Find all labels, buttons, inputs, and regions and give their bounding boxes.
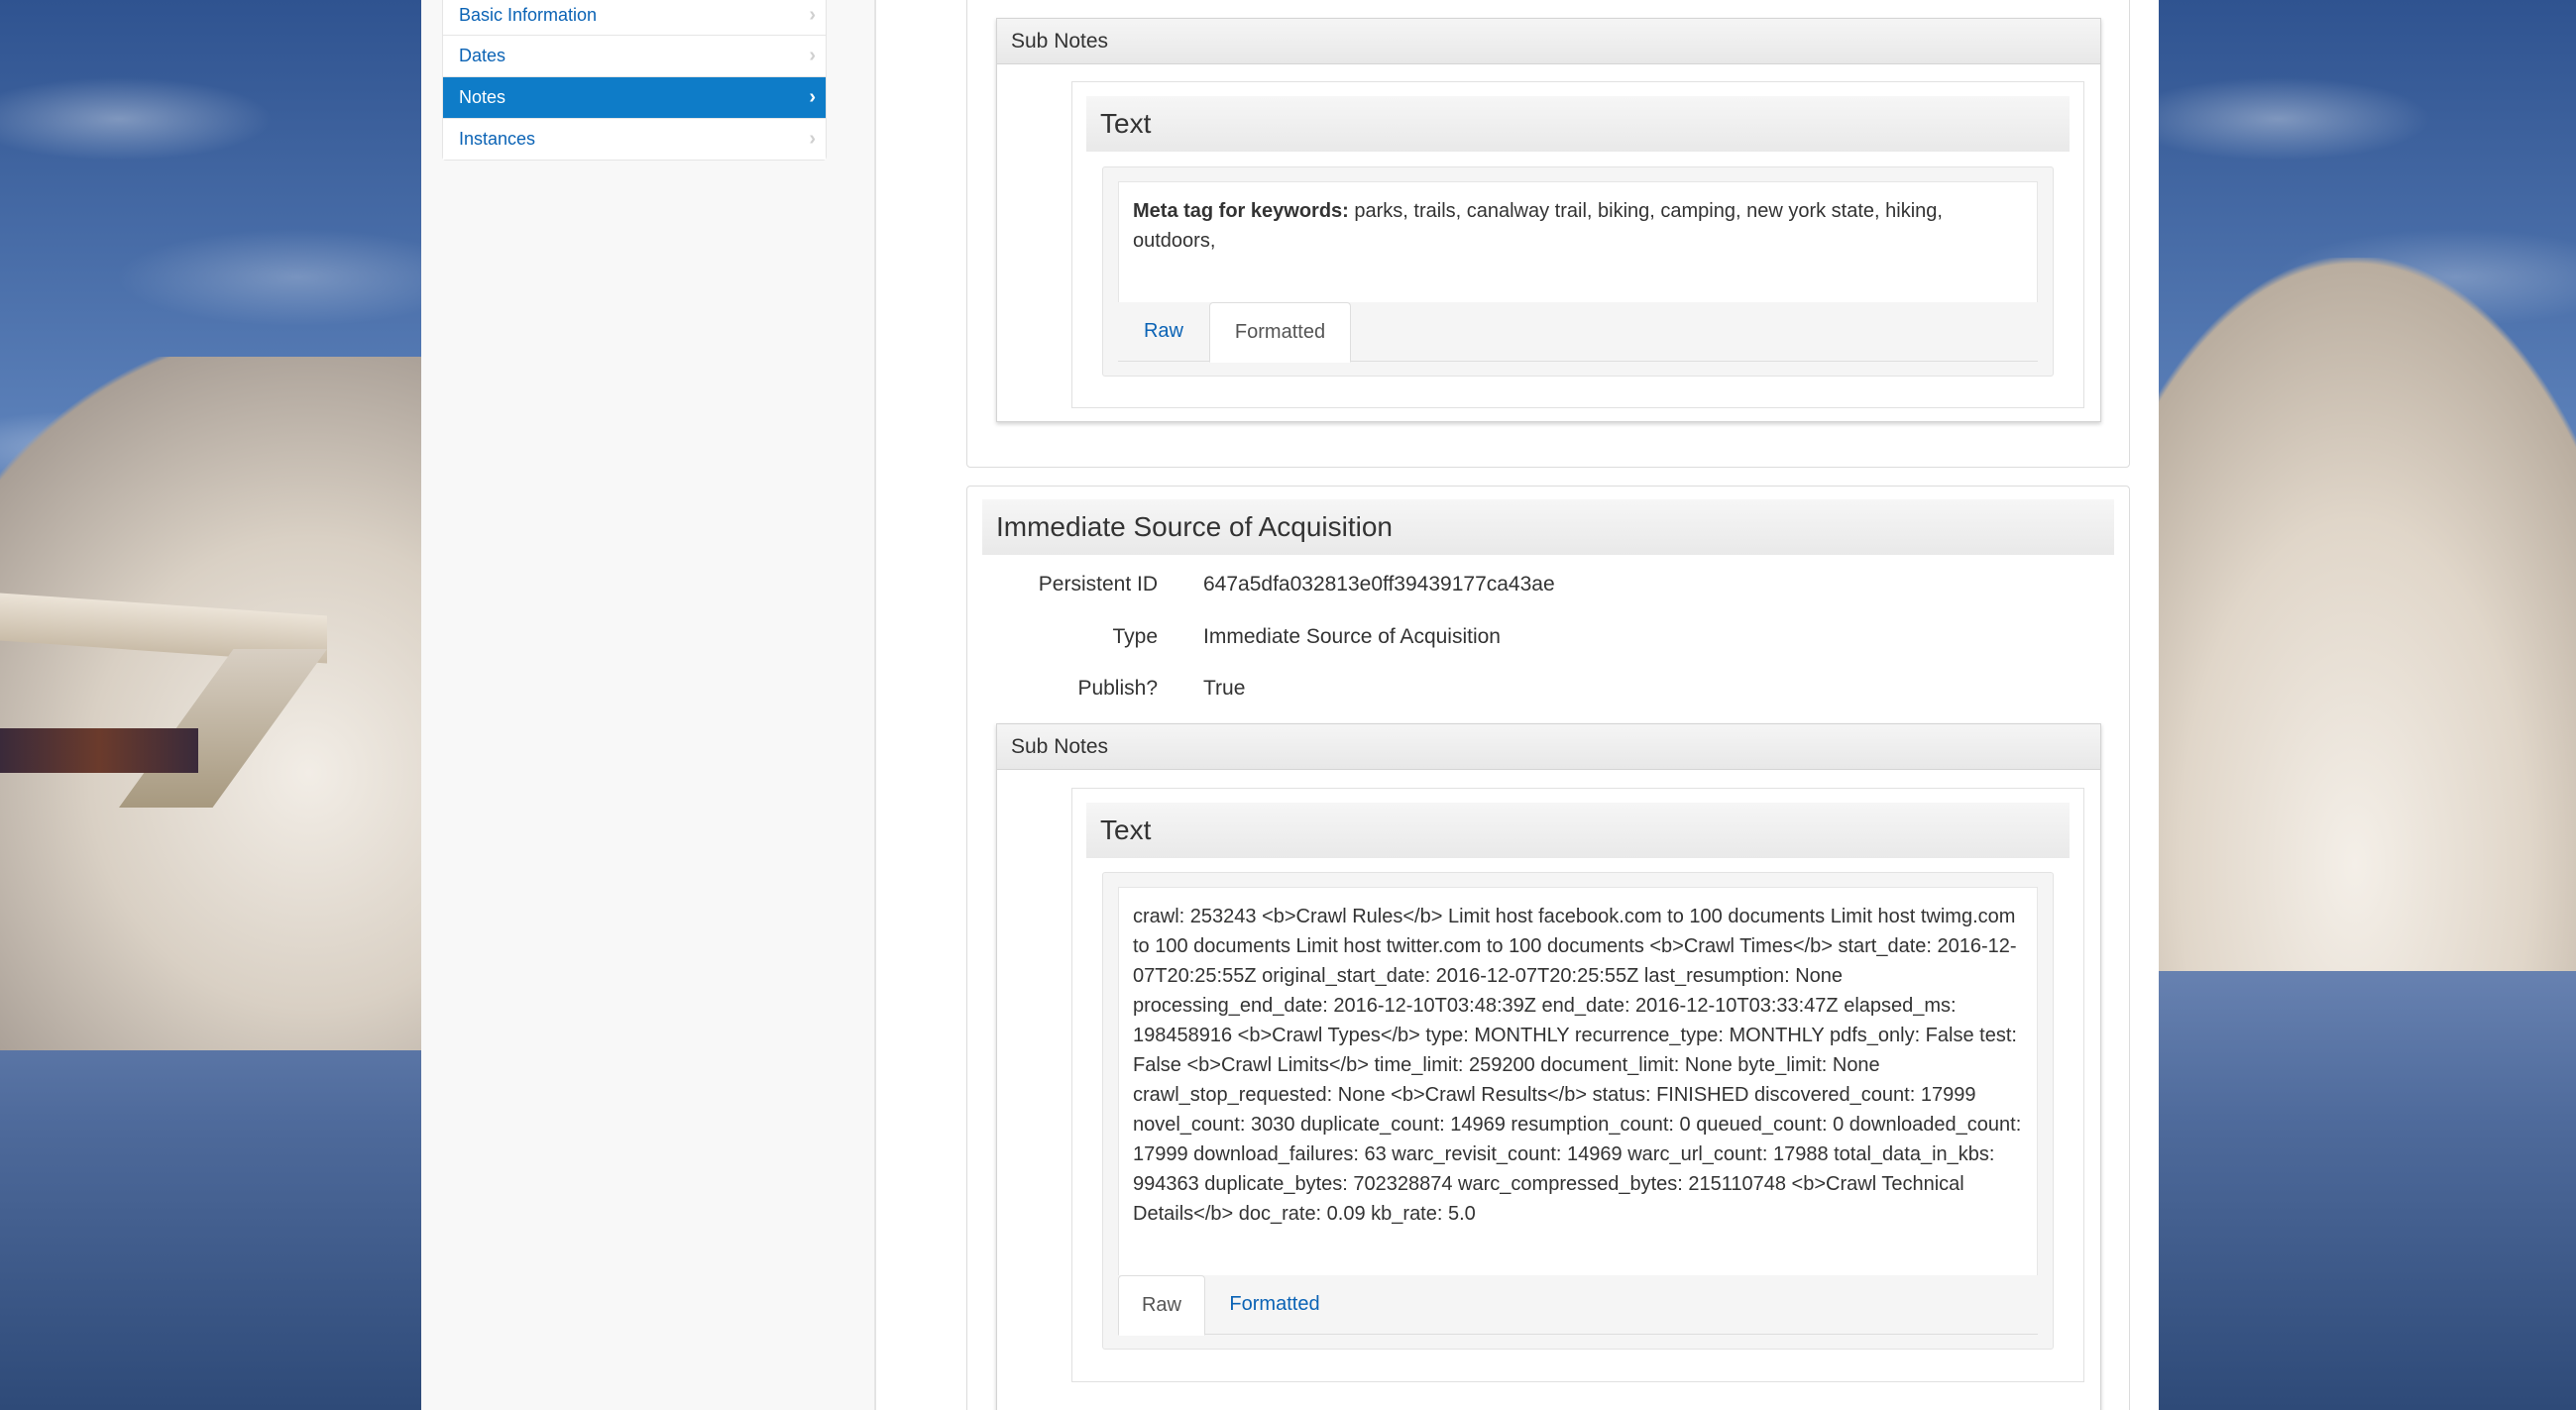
publish-label: Publish?: [1077, 677, 1158, 700]
tab-formatted[interactable]: Formatted: [1209, 302, 1351, 363]
text-card-title: Text: [1086, 803, 2070, 858]
sidebar-item-label: Notes: [459, 87, 506, 107]
sidebar-item-notes[interactable]: Notes ›: [443, 76, 826, 118]
tab-formatted[interactable]: Formatted: [1205, 1275, 1344, 1335]
chevron-right-icon: ›: [809, 86, 816, 108]
text-content-raw: crawl: 253243 <b>Crawl Rules</b> Limit h…: [1118, 887, 2038, 1275]
text-view-tabs: Raw Formatted: [1118, 1275, 2038, 1336]
chevron-right-icon: ›: [809, 4, 816, 26]
sidebar-item-dates[interactable]: Dates ›: [443, 35, 826, 76]
sidebar-item-instances[interactable]: Instances ›: [443, 118, 826, 160]
tab-raw[interactable]: Raw: [1118, 1275, 1205, 1336]
text-card-title: Text: [1086, 96, 2070, 152]
text-view-tabs: Raw Formatted: [1118, 302, 2038, 363]
persistent-id-label: Persistent ID: [1038, 573, 1158, 596]
chevron-right-icon: ›: [809, 128, 816, 150]
sidebar-item-label: Dates: [459, 46, 506, 65]
tab-raw[interactable]: Raw: [1118, 302, 1209, 362]
sidebar-item-basic-information[interactable]: Basic Information ›: [443, 0, 826, 35]
type-value: Immediate Source of Acquisition: [1203, 625, 1501, 648]
sidebar-nav: Basic Information › Dates › Notes › Inst…: [442, 0, 827, 161]
background-photo-left: [0, 0, 421, 1410]
sidebar-item-label: Basic Information: [459, 5, 598, 25]
sidebar-panel: [421, 0, 875, 1410]
publish-value: True: [1203, 677, 1246, 700]
note-section-title: Immediate Source of Acquisition: [982, 499, 2114, 555]
meta-tag-label: Meta tag for keywords:: [1133, 200, 1349, 222]
type-label: Type: [1112, 625, 1158, 648]
sub-notes-header: Sub Notes: [997, 724, 2100, 770]
sidebar-item-label: Instances: [459, 129, 536, 149]
background-photo-right: [2159, 0, 2576, 1410]
text-content-formatted: Meta tag for keywords: parks, trails, ca…: [1118, 181, 2038, 302]
sub-notes-header: Sub Notes: [997, 19, 2100, 64]
persistent-id-value: 647a5dfa032813e0ff39439177ca43ae: [1203, 573, 1555, 596]
chevron-right-icon: ›: [809, 45, 816, 66]
